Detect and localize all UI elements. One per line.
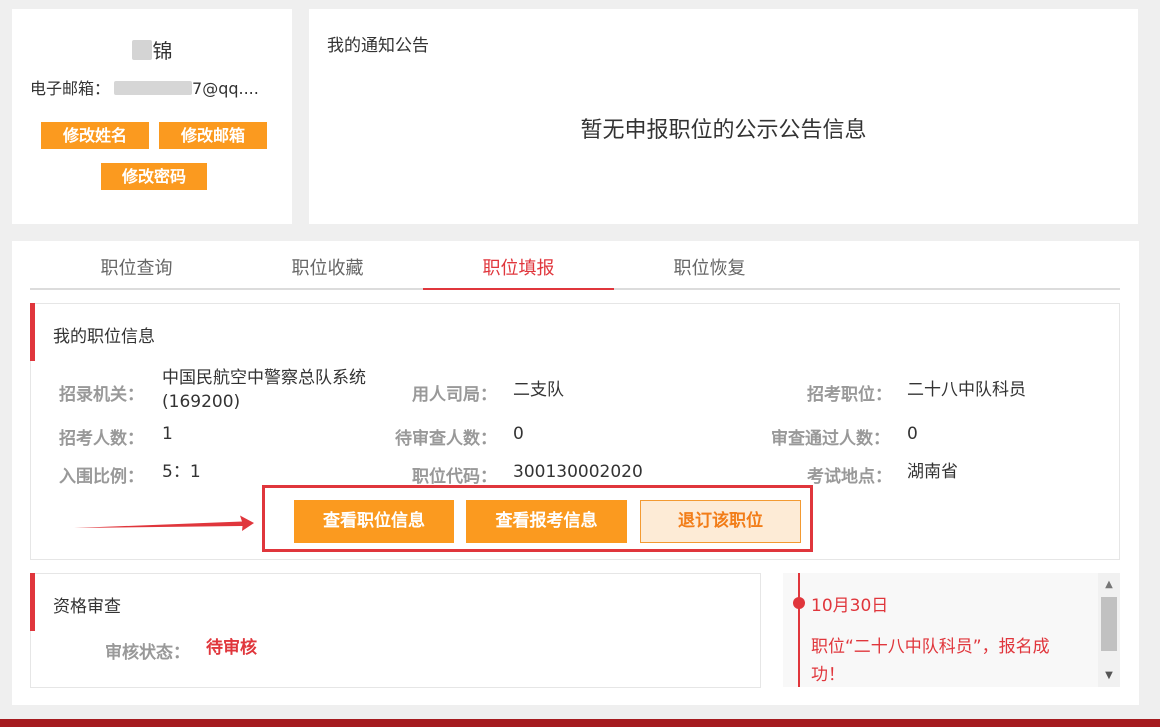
view-application-button[interactable]: 查看报考信息 [466,500,627,543]
timeline-line [798,573,800,687]
annotation-arrow-icon [74,515,254,531]
notice-empty-message: 暂无申报职位的公示公告信息 [580,118,867,143]
employer-value: 二支队 [513,380,564,400]
redacted-name [131,40,152,60]
user-email: 电子邮箱： 7@qq.... [30,79,259,98]
view-position-button[interactable]: 查看职位信息 [294,500,454,543]
timeline-dot [793,597,805,609]
code-value: 300130002020 [513,462,643,482]
scroll-up-icon[interactable]: ▲ [1098,579,1120,590]
tab-bar: 职位查询 职位收藏 职位填报 职位恢复 [30,241,1120,290]
main-card: 职位查询 职位收藏 职位填报 职位恢复 我的职位信息 招录机关： 中国民航空中警… [12,241,1139,705]
tab-position-apply[interactable]: 职位填报 [423,241,614,290]
tab-position-search[interactable]: 职位查询 [41,241,232,290]
edit-email-button[interactable]: 修改邮箱 [159,122,267,149]
ratio-label: 入围比例： [59,467,144,487]
tab-position-restore[interactable]: 职位恢复 [614,241,805,290]
agency-label: 招录机关： [59,385,144,405]
passed-value: 0 [907,424,918,444]
count-label: 招考人数： [59,429,144,449]
scroll-down-icon[interactable]: ▼ [1098,670,1120,681]
withdraw-position-button[interactable]: 退订该职位 [640,500,801,543]
code-label: 职位代码： [412,467,497,487]
passed-label: 审查通过人数： [771,429,890,449]
job-value: 二十八中队科员 [907,380,1026,400]
qualification-panel: 资格审查 审核状态： 待审核 [30,573,761,688]
edit-password-button[interactable]: 修改密码 [101,163,207,190]
pending-label: 待审查人数： [395,429,497,449]
redacted-email [114,81,193,95]
user-name: 锦 [12,35,292,64]
status-label: 审核状态： [105,643,190,663]
location-value: 湖南省 [907,462,958,482]
agency-value: 中国民航空中警察总队系统 (169200) [162,368,366,412]
edit-name-button[interactable]: 修改姓名 [41,122,149,149]
footer-bar [0,719,1160,727]
scroll-thumb[interactable] [1101,597,1117,651]
timeline-date: 10月30日 [811,596,889,616]
ratio-value: 5：1 [162,462,201,482]
accent-bar [30,303,35,361]
status-value: 待审核 [206,638,257,658]
position-info-title: 我的职位信息 [53,327,155,347]
profile-card: 锦 电子邮箱： 7@qq.... 修改姓名 修改邮箱 修改密码 [12,9,292,224]
timeline-panel: 10月30日 职位“二十八中队科员”，报名成功！ ▲ ▼ [783,573,1120,687]
pending-value: 0 [513,424,524,444]
count-value: 1 [162,424,173,444]
location-label: 考试地点： [807,467,892,487]
notice-title: 我的通知公告 [327,36,429,56]
timeline-scrollbar[interactable]: ▲ ▼ [1098,573,1120,687]
job-label: 招考职位： [807,385,892,405]
notice-card: 我的通知公告 暂无申报职位的公示公告信息 [309,9,1138,224]
tab-position-favorites[interactable]: 职位收藏 [232,241,423,290]
accent-bar [30,573,35,631]
employer-label: 用人司局： [412,385,497,405]
timeline-message: 职位“二十八中队科员”，报名成功！ [811,637,1050,685]
qualification-title: 资格审查 [53,597,121,617]
